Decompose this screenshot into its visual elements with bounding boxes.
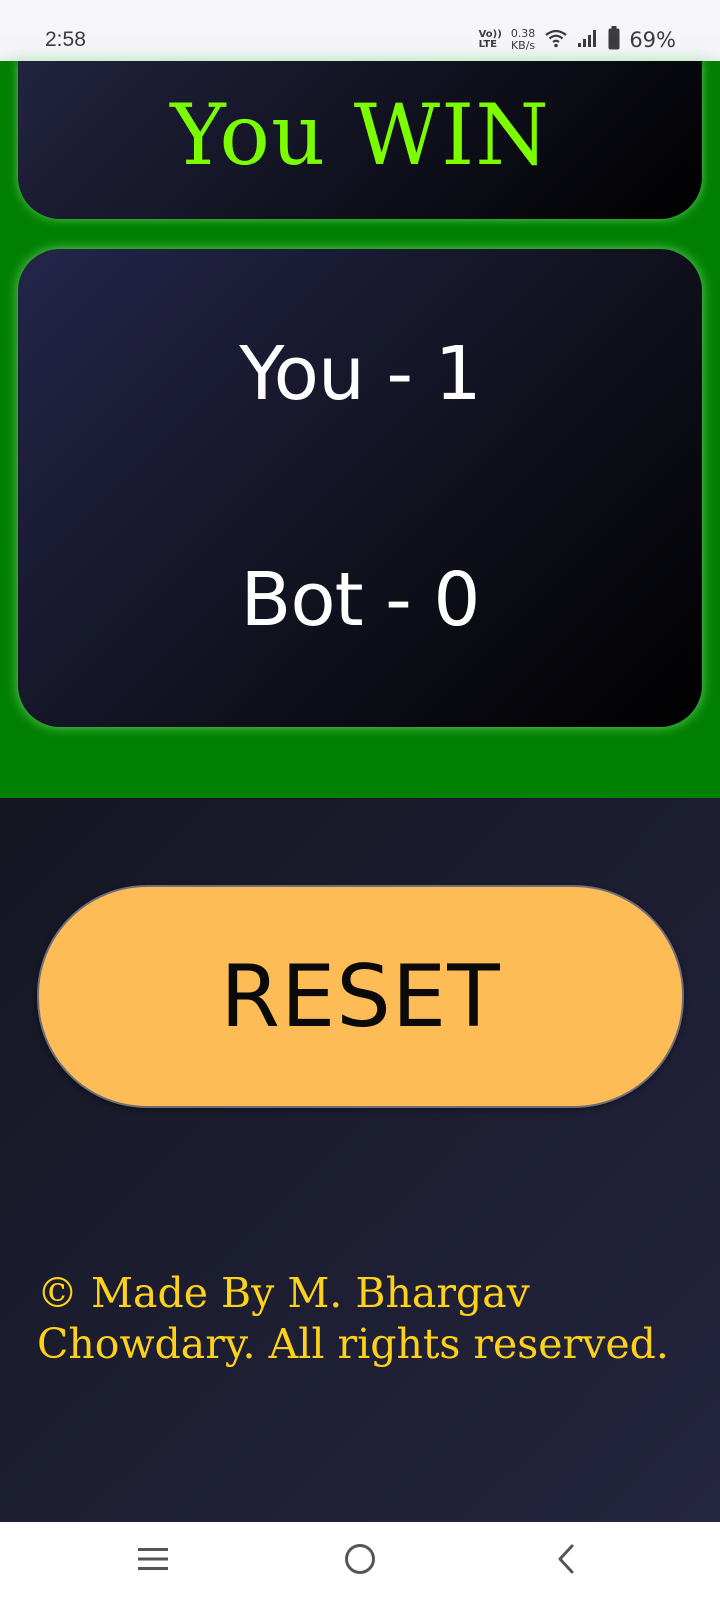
result-message: You WIN [170, 86, 550, 184]
recents-button[interactable] [123, 1536, 183, 1586]
volte-indicator: Vo)) LTE [479, 30, 502, 50]
recents-icon [137, 1546, 169, 1577]
footer-copyright: © Made By M. Bhargav Chowdary. All right… [37, 1268, 697, 1370]
network-speed-unit: KB/s [510, 39, 536, 52]
signal-icon [577, 28, 599, 53]
reset-button-label: RESET [220, 946, 501, 1047]
back-icon [554, 1543, 578, 1580]
wifi-icon [544, 28, 568, 53]
footer-line-1: © Made By M. Bhargav [37, 1269, 530, 1317]
status-time: 2:58 [45, 28, 86, 51]
status-icons: Vo)) LTE 0.38 KB/s 69% [479, 24, 676, 56]
controls-area: RESET © Made By M. Bhargav Chowdary. All… [0, 798, 720, 1522]
scoreboard: You - 1 Bot - 0 [18, 249, 702, 727]
volte-bottom-label: LTE [478, 39, 497, 50]
bot-score: Bot - 0 [240, 557, 481, 643]
result-card: You WIN [18, 61, 702, 219]
footer-line-2: Chowdary. All rights reserved. [37, 1320, 669, 1368]
network-speed: 0.38 KB/s [511, 28, 536, 52]
back-button[interactable] [536, 1536, 596, 1586]
status-bar: 2:58 Vo)) LTE 0.38 KB/s 69% [0, 0, 720, 61]
home-icon [343, 1542, 377, 1581]
home-button[interactable] [330, 1536, 390, 1586]
battery-icon [608, 25, 620, 55]
game-area: You WIN You - 1 Bot - 0 [0, 61, 720, 798]
battery-percentage: 69% [629, 28, 676, 52]
system-nav-bar [0, 1522, 720, 1600]
player-score: You - 1 [239, 331, 481, 417]
reset-button[interactable]: RESET [37, 885, 684, 1108]
